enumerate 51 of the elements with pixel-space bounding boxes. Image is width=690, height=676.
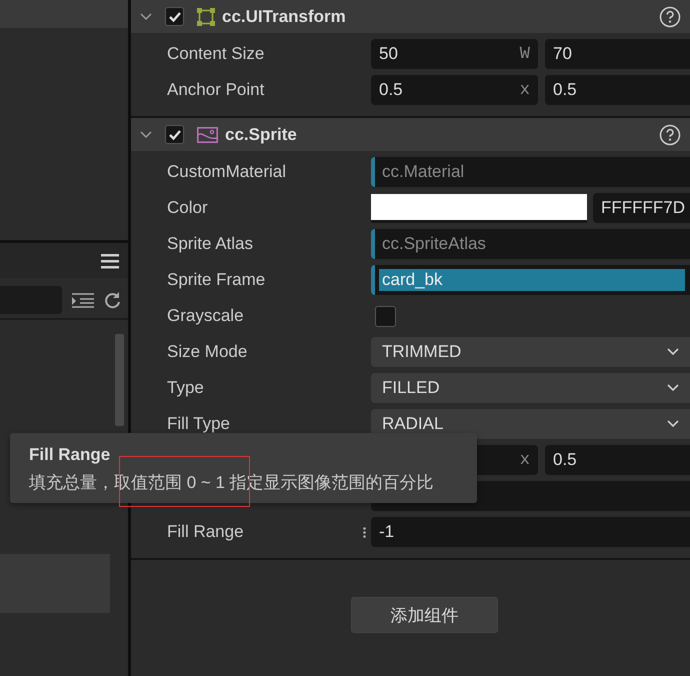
enable-checkbox[interactable] <box>165 125 184 144</box>
menu-icon[interactable] <box>101 252 119 268</box>
property-label: Sprite Frame <box>167 270 266 290</box>
component-title: cc.Sprite <box>225 124 298 144</box>
add-component-button[interactable]: 添加组件 <box>351 597 498 633</box>
chevron-icon[interactable] <box>140 130 152 138</box>
checkbox[interactable] <box>375 306 396 326</box>
number-field[interactable]: 0.5 x <box>371 75 538 105</box>
property-label: CustomMaterial <box>167 162 288 182</box>
scrollbar-thumb[interactable] <box>115 334 124 426</box>
axis-label: x <box>520 80 530 100</box>
hex-field[interactable]: FFFFFF7D <box>593 193 690 223</box>
property-label: Size Mode <box>167 342 248 362</box>
help-icon[interactable] <box>659 124 681 146</box>
property-label: Content Size <box>167 44 266 64</box>
property-label: Fill Range <box>167 522 245 542</box>
drag-handle-icon[interactable] <box>363 526 366 538</box>
property-label: Type <box>167 378 205 398</box>
dropdown[interactable]: FILLED <box>371 373 690 403</box>
caret-icon <box>667 420 679 428</box>
frame-icon <box>197 8 215 26</box>
color-swatch[interactable] <box>371 194 587 222</box>
refresh-icon[interactable] <box>104 292 121 308</box>
number-field[interactable]: 0.5 <box>545 445 690 475</box>
number-field[interactable]: 50 W <box>371 39 538 69</box>
asset-field[interactable]: cc.Material <box>371 157 690 187</box>
caret-icon <box>667 384 679 392</box>
number-field[interactable]: 0.5 <box>545 75 690 105</box>
dropdown[interactable]: RADIAL <box>371 409 690 439</box>
property-label: Sprite Atlas <box>167 234 254 254</box>
property-label: Fill Type <box>167 414 231 434</box>
enable-checkbox[interactable] <box>165 7 184 26</box>
caret-icon <box>667 348 679 356</box>
number-field[interactable]: 70 <box>545 39 690 69</box>
asset-field[interactable]: card_bk <box>371 265 690 295</box>
chevron-icon[interactable] <box>140 12 152 20</box>
axis-label: x <box>520 450 530 470</box>
help-icon[interactable] <box>659 6 681 28</box>
check-icon <box>168 10 182 22</box>
component-title: cc.UITransform <box>222 6 347 26</box>
axis-label: W <box>520 44 530 64</box>
check-icon <box>168 128 182 140</box>
property-label: Anchor Point <box>167 80 266 100</box>
indent-icon[interactable] <box>72 292 94 308</box>
dropdown[interactable]: TRIMMED <box>371 337 690 367</box>
number-field[interactable]: -1 <box>371 517 690 547</box>
tooltip-title: Fill Range <box>29 445 112 465</box>
property-label: Color <box>167 198 209 218</box>
image-icon <box>197 126 218 142</box>
asset-field[interactable]: cc.SpriteAtlas <box>371 229 690 259</box>
property-label: Grayscale <box>167 306 245 326</box>
